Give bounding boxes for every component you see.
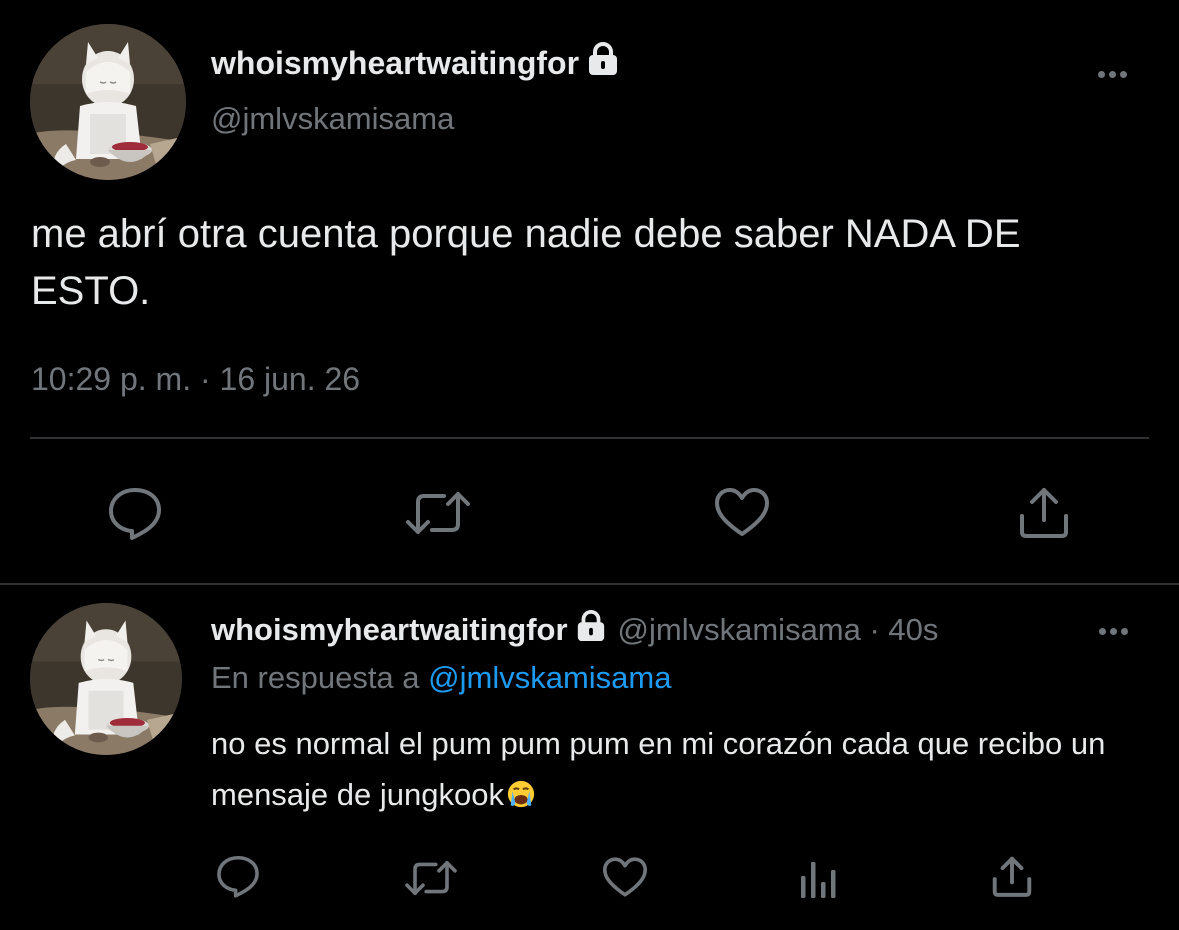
more-options-icon[interactable]: [1099, 628, 1128, 635]
reply-prefix: En respuesta a: [211, 660, 420, 695]
divider: [30, 437, 1149, 439]
reply-header: whoismyheartwaitingfor @jmlvskamisama · …: [211, 610, 938, 650]
tweet-text: me abrí otra cuenta porque nadie debe sa…: [31, 212, 1021, 313]
reply-icon[interactable]: [106, 486, 164, 540]
analytics-icon[interactable]: [798, 858, 840, 900]
mention-link[interactable]: @jmlvskamisama: [428, 660, 671, 695]
retweet-icon[interactable]: [404, 488, 472, 538]
share-icon[interactable]: [990, 854, 1034, 898]
avatar[interactable]: [30, 603, 182, 755]
display-name[interactable]: whoismyheartwaitingfor: [211, 42, 621, 84]
tweet-thread: whoismyheartwaitingfor @jmlvskamisama me…: [0, 0, 1179, 930]
more-options-icon[interactable]: [1098, 71, 1127, 78]
tweet-timestamp[interactable]: 10:29 p. m. · 16 jun. 26: [31, 361, 360, 398]
lock-icon: [574, 610, 608, 650]
anime-avatar-image: [30, 603, 182, 755]
user-handle[interactable]: @jmlvskamisama: [211, 101, 454, 137]
lock-icon: [585, 42, 621, 84]
tweet-text-content: no es normal el pum pum pum en mi corazó…: [211, 726, 1106, 812]
display-name[interactable]: whoismyheartwaitingfor: [211, 610, 608, 650]
retweet-icon[interactable]: [403, 858, 459, 898]
avatar[interactable]: [30, 24, 186, 180]
like-icon[interactable]: [713, 486, 771, 538]
share-icon[interactable]: [1016, 484, 1072, 540]
reply-context: En respuesta a @jmlvskamisama: [211, 660, 671, 696]
display-name-text: whoismyheartwaitingfor: [211, 612, 568, 647]
display-name-text: whoismyheartwaitingfor: [211, 44, 580, 81]
like-icon[interactable]: [601, 856, 649, 898]
divider: [0, 583, 1179, 585]
handle-and-time[interactable]: @jmlvskamisama · 40s: [618, 612, 939, 648]
tweet-text: no es normal el pum pum pum en mi corazó…: [211, 718, 1151, 820]
crying-face-emoji: [507, 780, 535, 808]
reply-icon[interactable]: [215, 854, 261, 898]
anime-avatar-image: [30, 24, 186, 180]
